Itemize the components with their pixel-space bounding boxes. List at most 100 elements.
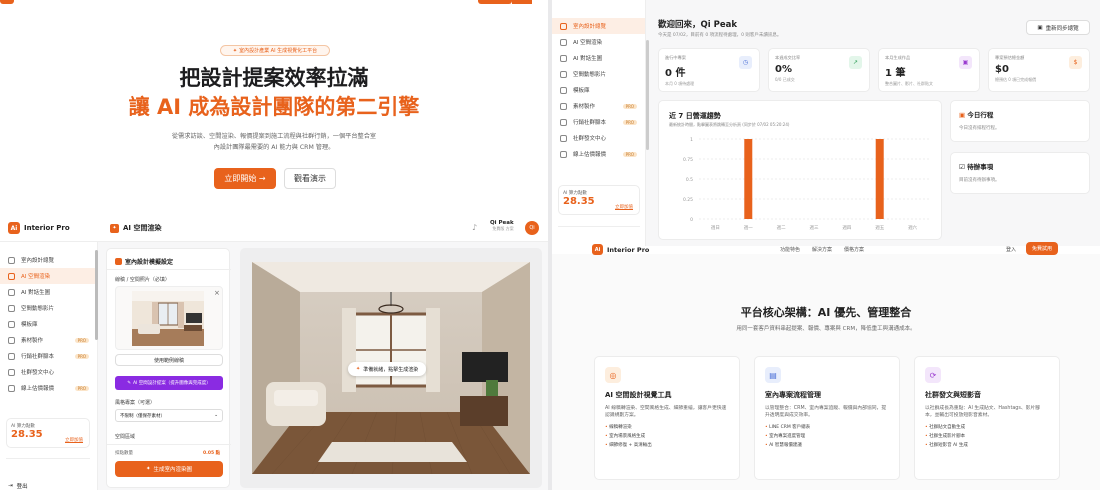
dashboard-greeting-sub: 今天是 07/02，目前有 0 項流程待處理，0 則客戶未讀訊息。 (658, 33, 782, 38)
chevron-down-icon: ⌄ (214, 413, 218, 418)
feature-bullet: • 社群短影音 AI 生成 (925, 443, 968, 449)
chart-subtitle: 最新統計時間，點擊圖表將跳轉至分析頁 (同步於 07/02 05:20:24) (669, 122, 790, 127)
upload-preview[interactable]: × (115, 286, 223, 350)
landing-topbar-button-right[interactable] (478, 0, 512, 4)
dashboard-credits-card: AI 算力點數 28.35 立即加值 (558, 185, 640, 215)
hero-badge: ✦ 室內設計產業 AI 生成視覺化工平台 (220, 45, 330, 56)
login-link[interactable]: 登入 (1006, 246, 1016, 253)
stat-card[interactable]: 本週成交比率 0% 0/0 已成交 ↗ (768, 48, 870, 92)
remove-image-icon[interactable]: × (214, 289, 220, 297)
sidebar-item-label: 模板庫 (573, 88, 590, 94)
nav-solutions[interactable]: 解決方案 (812, 246, 832, 253)
user-info[interactable]: Qi Peak 免費版 方案 (490, 220, 514, 232)
sidebar-item-label: 室內設計總覽 (573, 24, 607, 30)
nav-features[interactable]: 功能特色 (780, 246, 800, 253)
bell-icon[interactable]: ♪ (472, 223, 477, 232)
sidebar-item-label: 線上估價報價 (21, 386, 55, 392)
logout-link[interactable]: ⇥ 登出 (8, 482, 28, 490)
trend-chart-card[interactable]: 近 7 日營運趨勢 最新統計時間，點擊圖表將跳轉至分析頁 (同步於 07/02 … (658, 100, 942, 240)
stat-sub: 總預估 0 項已完成報價 (995, 77, 1037, 82)
x-tick-label: 週四 (842, 224, 851, 231)
sidebar-item[interactable]: AI 空間渲染 (0, 268, 97, 284)
render-credits-card: AI 算力點數 28.35 立即加值 (6, 418, 90, 448)
user-plan: 免費版 方案 (492, 226, 514, 231)
nav-icon (8, 288, 15, 296)
dashboard-topbar-button[interactable] (512, 0, 532, 4)
start-now-button[interactable]: 立即開始 → (214, 168, 276, 189)
feature-icon: ◎ (605, 367, 621, 383)
sidebar-item[interactable]: 素材製作 PRO (0, 332, 97, 348)
checklist-icon: ☑ (959, 163, 968, 171)
features-brand[interactable]: Ai Interior Pro (592, 244, 649, 255)
watch-demo-button[interactable]: 觀看演示 (284, 168, 336, 189)
spark-icon: ✦ (232, 47, 238, 54)
sidebar-item[interactable]: 行銷社群腳本 PRO (0, 348, 97, 364)
brand-logo-icon: Ai (592, 244, 603, 255)
stat-icon: ▣ (959, 56, 972, 69)
nav-icon (8, 352, 15, 360)
pro-badge: PRO (622, 151, 637, 157)
sidebar-item[interactable]: 室內設計總覽 (552, 18, 645, 34)
sidebar-item[interactable]: 社群發文中心 (0, 364, 97, 380)
nav-icon (8, 272, 15, 280)
feature-title: 室內專案流程管理 (765, 391, 821, 399)
pro-badge: PRO (74, 385, 89, 391)
stat-card[interactable]: 本月生成作品 1 筆 整合圖片、影片、社群貼文 ▣ (878, 48, 980, 92)
cost-label: 扣點數量 (115, 451, 133, 456)
credits-topup-link[interactable]: 立即加值 (615, 204, 633, 210)
nav-icon (560, 102, 567, 110)
nav-icon (8, 320, 15, 328)
render-scrollbar[interactable] (95, 250, 98, 340)
sidebar-item[interactable]: 社群發文中心 (552, 130, 645, 146)
sidebar-item[interactable]: AI 空間渲染 (552, 34, 645, 50)
chart-bar[interactable] (875, 139, 884, 219)
credits-topup-link[interactable]: 立即加值 (65, 437, 83, 443)
stat-icon: $ (1069, 56, 1082, 69)
preview-ready-hint[interactable]: ✦ 準備就緒，點擊生成渲染 (348, 362, 427, 376)
ai-proposal-button[interactable]: ✎ AI 空間設計提案（提升圖像與完成度） (115, 376, 223, 390)
use-sample-button[interactable]: 使用範例線稿 (115, 354, 223, 366)
feature-bullet: • 細節修復 + 高清輸出 (605, 443, 652, 449)
sidebar-item[interactable]: 模板庫 (552, 82, 645, 98)
free-trial-button[interactable]: 免費試用 (1026, 242, 1058, 255)
sidebar-item-label: AI 空間渲染 (21, 274, 51, 280)
todo-card: ☑ 待辦事項 目前沒有待辦事項。 (950, 152, 1090, 194)
style-select[interactable]: 不限制（僅保存素材） ⌄ (115, 409, 223, 422)
hero-headline-accent: 讓 AI 成為設計團隊的第二引擎 (128, 95, 420, 119)
landing-hero-panel: ✦ 室內設計產業 AI 生成視覺化工平台 把設計提案效率拉滿 讓 AI 成為設計團… (0, 0, 548, 218)
sidebar-item[interactable]: 空間動態影片 (552, 66, 645, 82)
nav-icon (8, 384, 15, 392)
settings-title-text: 室內設計模擬設定 (125, 259, 174, 266)
generate-render-button[interactable]: ✦ 生成室內渲染圖 (115, 461, 223, 477)
feature-bullet: • 室內專案進度管理 (765, 434, 806, 440)
feature-bullet-text: 線稿轉渲染 (609, 425, 632, 431)
chart-bar[interactable] (744, 139, 753, 219)
x-tick-label: 週五 (875, 224, 884, 231)
stat-card[interactable]: 專案預估總金額 $0 總預估 0 項已完成報價 $ (988, 48, 1090, 92)
sidebar-item[interactable]: 室內設計總覽 (0, 252, 97, 268)
sidebar-item[interactable]: 模板庫 (0, 316, 97, 332)
avatar[interactable]: Qi (525, 221, 539, 235)
nav-icon (560, 86, 567, 94)
dashboard-scrollbar[interactable] (646, 40, 649, 150)
feature-bullet-text: 社群生成影片腳本 (929, 434, 966, 440)
sidebar-item[interactable]: 空間動態影片 (0, 300, 97, 316)
sidebar-item[interactable]: 線上估價報價 PRO (0, 380, 97, 396)
landing-topbar-button[interactable] (0, 0, 14, 4)
feature-bullet-text: LINE CRM 客戶總表 (769, 425, 811, 431)
sidebar-item[interactable]: AI 對話生圖 (552, 50, 645, 66)
sidebar-item[interactable]: AI 對話生圖 (0, 284, 97, 300)
sidebar-item[interactable]: 素材製作 PRO (552, 98, 645, 114)
sync-overview-button[interactable]: ▣ 重新同步總覽 (1026, 20, 1090, 35)
brand-name: Interior Pro (24, 224, 70, 232)
sidebar-item[interactable]: 線上估價報價 PRO (552, 146, 645, 162)
feature-bullet: • LINE CRM 客戶總表 (765, 425, 811, 431)
stat-card[interactable]: 進行中專案 0 件 本月 0 項待處理 ◷ (658, 48, 760, 92)
render-brand[interactable]: Ai Interior Pro (8, 222, 70, 234)
feature-bullet-text: 室內專案進度管理 (769, 434, 806, 440)
nav-pricing[interactable]: 價格方案 (844, 246, 864, 253)
calendar-icon: ▣ (1037, 24, 1043, 31)
sidebar-item[interactable]: 行銷社群腳本 PRO (552, 114, 645, 130)
today-empty: 今日沒有排程行程。 (959, 126, 1000, 131)
feature-bullet: • 社群貼文自動生成 (925, 425, 966, 431)
